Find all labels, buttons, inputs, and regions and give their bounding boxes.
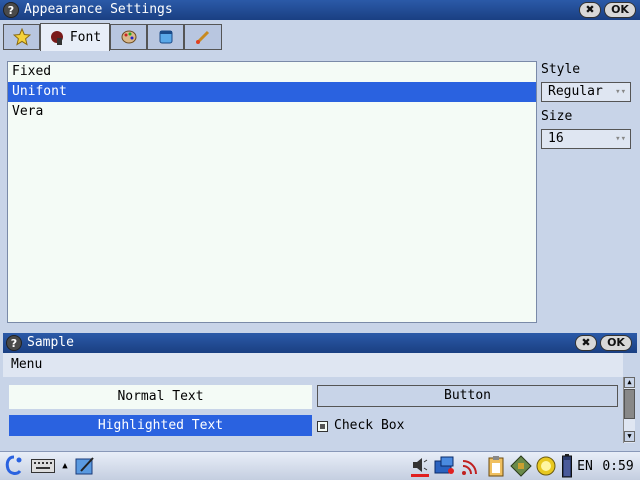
tab-theme[interactable] (3, 24, 40, 50)
close-button[interactable]: ✖ (579, 2, 601, 18)
sample-button[interactable]: Button (317, 385, 618, 407)
window-title: Appearance Settings (24, 2, 173, 17)
help-icon[interactable]: ? (6, 335, 22, 351)
tab-font[interactable]: Font (40, 23, 110, 51)
sample-checkbox[interactable]: Check Box (317, 417, 404, 435)
brush-icon (196, 30, 210, 44)
highlighted-text: Highlighted Text (9, 415, 312, 436)
list-item[interactable]: Unifont (8, 82, 536, 102)
storage-card-icon[interactable] (509, 455, 533, 477)
start-menu-icon[interactable] (2, 455, 26, 477)
style-select[interactable]: Regular ▾▾ (541, 82, 631, 102)
checkbox-icon[interactable] (317, 420, 328, 432)
help-icon[interactable]: ? (3, 2, 19, 18)
tab-colors[interactable] (110, 24, 147, 50)
checkbox-label: Check Box (334, 418, 405, 433)
list-item[interactable]: Fixed (8, 62, 536, 82)
dropdown-icon: ▾▾ (615, 134, 626, 144)
ok-button[interactable]: OK (604, 2, 636, 18)
size-select[interactable]: 16 ▾▾ (541, 129, 631, 149)
dropdown-icon: ▾▾ (615, 87, 626, 97)
normal-text: Normal Text (9, 385, 312, 409)
sample-titlebar: ? Sample ✖ OK (3, 333, 637, 353)
main-titlebar: ? Appearance Settings ✖ OK (0, 0, 640, 20)
taskbar: ▲ EN 0:59 (0, 451, 640, 480)
style-value: Regular (548, 84, 603, 99)
star-icon (12, 28, 31, 46)
close-button[interactable]: ✖ (575, 335, 597, 351)
scroll-down-icon[interactable]: ▼ (624, 431, 635, 442)
wireless-icon[interactable] (459, 455, 483, 477)
tab-windows[interactable] (147, 24, 184, 50)
sample-title: Sample (27, 335, 74, 350)
size-label: Size (541, 109, 573, 124)
keyboard-icon[interactable] (30, 455, 56, 477)
scroll-up-icon[interactable]: ▲ (624, 377, 635, 388)
pen-input-icon[interactable] (73, 455, 97, 477)
tab-bar: Font (0, 20, 640, 52)
network-icon[interactable] (432, 455, 458, 477)
scroll-thumb[interactable] (624, 389, 635, 419)
palette-icon (121, 30, 136, 44)
tab-font-label: Font (69, 30, 102, 45)
volume-icon[interactable] (409, 455, 431, 477)
clipboard-icon[interactable] (484, 455, 508, 477)
style-label: Style (541, 62, 581, 77)
window-icon (159, 30, 172, 44)
language-indicator[interactable]: EN (576, 455, 594, 477)
sample-scrollbar[interactable]: ▲ ▼ (623, 377, 635, 443)
input-menu-arrow-icon[interactable]: ▲ (59, 455, 71, 477)
sample-menu[interactable]: Menu (3, 353, 623, 377)
battery-icon[interactable] (560, 454, 574, 478)
clock[interactable]: 0:59 (600, 455, 636, 477)
size-value: 16 (548, 131, 564, 146)
list-item[interactable]: Vera (8, 102, 536, 122)
ok-button[interactable]: OK (600, 335, 632, 351)
font-icon (50, 30, 63, 45)
tab-style[interactable] (184, 24, 222, 50)
light-bulb-icon[interactable] (534, 455, 558, 477)
font-list[interactable]: Fixed Unifont Vera (7, 61, 537, 323)
